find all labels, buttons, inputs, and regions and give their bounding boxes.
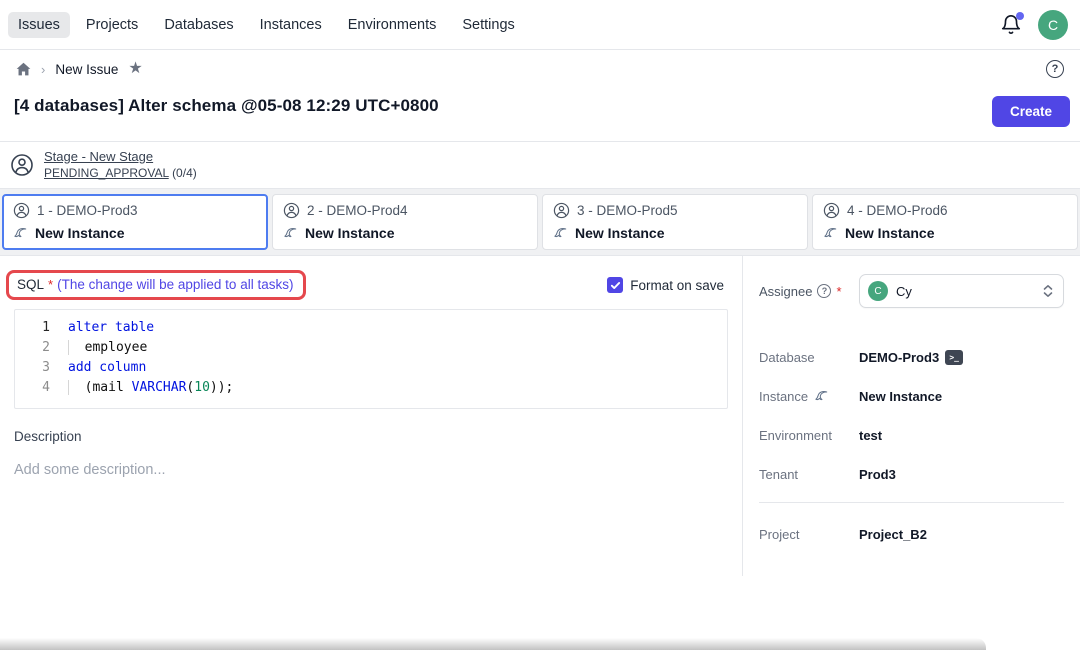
sql-label-highlight-box: SQL * (The change will be applied to all … — [6, 270, 306, 300]
stage-name-link[interactable]: Stage - New Stage — [44, 149, 197, 164]
code-line-3: 3add column — [15, 358, 727, 378]
line-number: 3 — [15, 358, 59, 378]
dolphin-icon — [553, 226, 568, 241]
sidebar-fields: Database DEMO-Prod3>_ Instance New Instance… — [759, 350, 1064, 542]
sql-editor[interactable]: 1alter table2 employee3add column4 (mail… — [14, 309, 728, 409]
sql-label: SQL — [17, 277, 44, 292]
create-button[interactable]: Create — [992, 96, 1070, 127]
field-row-project: Project Project_B2 — [759, 527, 1064, 542]
nav-item-environments[interactable]: Environments — [338, 12, 447, 38]
home-icon[interactable] — [16, 62, 31, 77]
assignee-select[interactable]: C Cy — [859, 274, 1064, 308]
stage-progress: (0/4) — [172, 166, 197, 180]
field-value: test — [859, 428, 882, 443]
user-avatar[interactable]: C — [1038, 10, 1068, 40]
breadcrumb-page-label: New Issue — [55, 62, 118, 77]
field-row-database: Database DEMO-Prod3>_ — [759, 350, 1064, 365]
code-line-4: 4 (mail VARCHAR(10)); — [15, 378, 727, 398]
nav-item-databases[interactable]: Databases — [154, 12, 243, 38]
field-row-instance: Instance New Instance — [759, 389, 1064, 404]
field-label: Project — [759, 527, 799, 542]
issue-sidebar: Assignee ? * C Cy Database DEMO-Prod3>_ In… — [743, 256, 1080, 576]
description-input[interactable]: Add some description... — [14, 462, 728, 478]
dolphin-icon — [814, 389, 829, 404]
terminal-icon[interactable]: >_ — [945, 350, 963, 365]
code-line-1: 1alter table — [15, 318, 727, 338]
code-text: (mail VARCHAR(10)); — [59, 378, 233, 398]
person-circle-icon — [553, 202, 570, 219]
breadcrumb: › New Issue ★ ? — [0, 50, 1080, 88]
code-text: alter table — [59, 318, 154, 338]
dolphin-icon — [823, 226, 838, 241]
task-card-1[interactable]: 1 - DEMO-Prod3 New Instance — [2, 194, 268, 250]
code-text: add column — [59, 358, 146, 378]
sidebar-divider — [759, 502, 1064, 503]
stage-strip: Stage - New Stage PENDING_APPROVAL (0/4) — [0, 141, 1080, 189]
task-instance-label: New Instance — [845, 225, 934, 241]
field-row-environment: Environment test — [759, 428, 1064, 443]
sql-hint: (The change will be applied to all tasks… — [57, 277, 293, 292]
issue-main-pane: SQL * (The change will be applied to all … — [0, 256, 743, 576]
nav-item-settings[interactable]: Settings — [452, 12, 524, 38]
help-icon[interactable]: ? — [1046, 60, 1064, 78]
star-icon[interactable]: ★ — [128, 61, 142, 77]
field-value: Project_B2 — [859, 527, 927, 542]
breadcrumb-chevron-icon: › — [41, 62, 45, 77]
assignee-label: Assignee — [759, 284, 812, 299]
dolphin-icon — [13, 226, 28, 241]
page-title: [4 databases] Alter schema @05-08 12:29 … — [14, 96, 439, 116]
assignee-value: Cy — [896, 284, 912, 299]
task-instance-label: New Instance — [305, 225, 394, 241]
code-line-2: 2 employee — [15, 338, 727, 358]
task-instance-label: New Instance — [35, 225, 124, 241]
task-label: 4 - DEMO-Prod6 — [847, 203, 948, 218]
task-list: 1 - DEMO-Prod3New Instance2 - DEMO-Prod4… — [2, 194, 1078, 250]
field-row-tenant: Tenant Prod3 — [759, 467, 1064, 482]
task-instance-label: New Instance — [575, 225, 664, 241]
field-label: Environment — [759, 428, 832, 443]
person-circle-icon — [10, 153, 34, 177]
person-circle-icon — [283, 202, 300, 219]
person-circle-icon — [823, 202, 840, 219]
dolphin-icon — [283, 226, 298, 241]
field-value: New Instance — [859, 389, 942, 404]
task-label: 3 - DEMO-Prod5 — [577, 203, 678, 218]
format-on-save-toggle[interactable]: Format on save — [607, 277, 724, 293]
task-label: 2 - DEMO-Prod4 — [307, 203, 408, 218]
assignee-help-icon[interactable]: ? — [817, 284, 831, 298]
stage-status-link[interactable]: PENDING_APPROVAL — [44, 166, 169, 180]
task-card-2[interactable]: 2 - DEMO-Prod4 New Instance — [272, 194, 538, 250]
sql-required-mark: * — [48, 277, 53, 292]
nav-item-issues[interactable]: Issues — [8, 12, 70, 38]
nav-item-instances[interactable]: Instances — [250, 12, 332, 38]
task-card-4[interactable]: 4 - DEMO-Prod6 New Instance — [812, 194, 1078, 250]
top-navigation: IssuesProjectsDatabases InstancesEnvironm… — [0, 0, 1080, 50]
bottom-window-shadow — [0, 638, 986, 650]
description-label: Description — [14, 429, 728, 444]
assignee-avatar: C — [868, 281, 888, 301]
chevron-updown-icon — [1041, 283, 1055, 299]
line-number: 1 — [15, 318, 59, 338]
field-label: Instance — [759, 389, 808, 404]
field-value: Prod3 — [859, 467, 896, 482]
nav-item-projects[interactable]: Projects — [76, 12, 148, 38]
line-number: 2 — [15, 338, 59, 358]
field-label: Database — [759, 350, 815, 365]
person-circle-icon — [13, 202, 30, 219]
assignee-required-mark: * — [836, 284, 841, 299]
line-number: 4 — [15, 378, 59, 398]
nav-items: IssuesProjectsDatabases InstancesEnvironm… — [8, 12, 525, 38]
code-text: employee — [59, 338, 147, 358]
task-strip: 1 - DEMO-Prod3New Instance2 - DEMO-Prod4… — [0, 189, 1080, 256]
format-on-save-label: Format on save — [630, 278, 724, 293]
field-value: DEMO-Prod3>_ — [859, 350, 963, 365]
task-card-3[interactable]: 3 - DEMO-Prod5 New Instance — [542, 194, 808, 250]
notification-dot — [1016, 12, 1024, 20]
format-on-save-checkbox[interactable] — [607, 277, 623, 293]
field-label: Tenant — [759, 467, 798, 482]
notification-bell-button[interactable] — [1000, 14, 1022, 36]
task-label: 1 - DEMO-Prod3 — [37, 203, 138, 218]
